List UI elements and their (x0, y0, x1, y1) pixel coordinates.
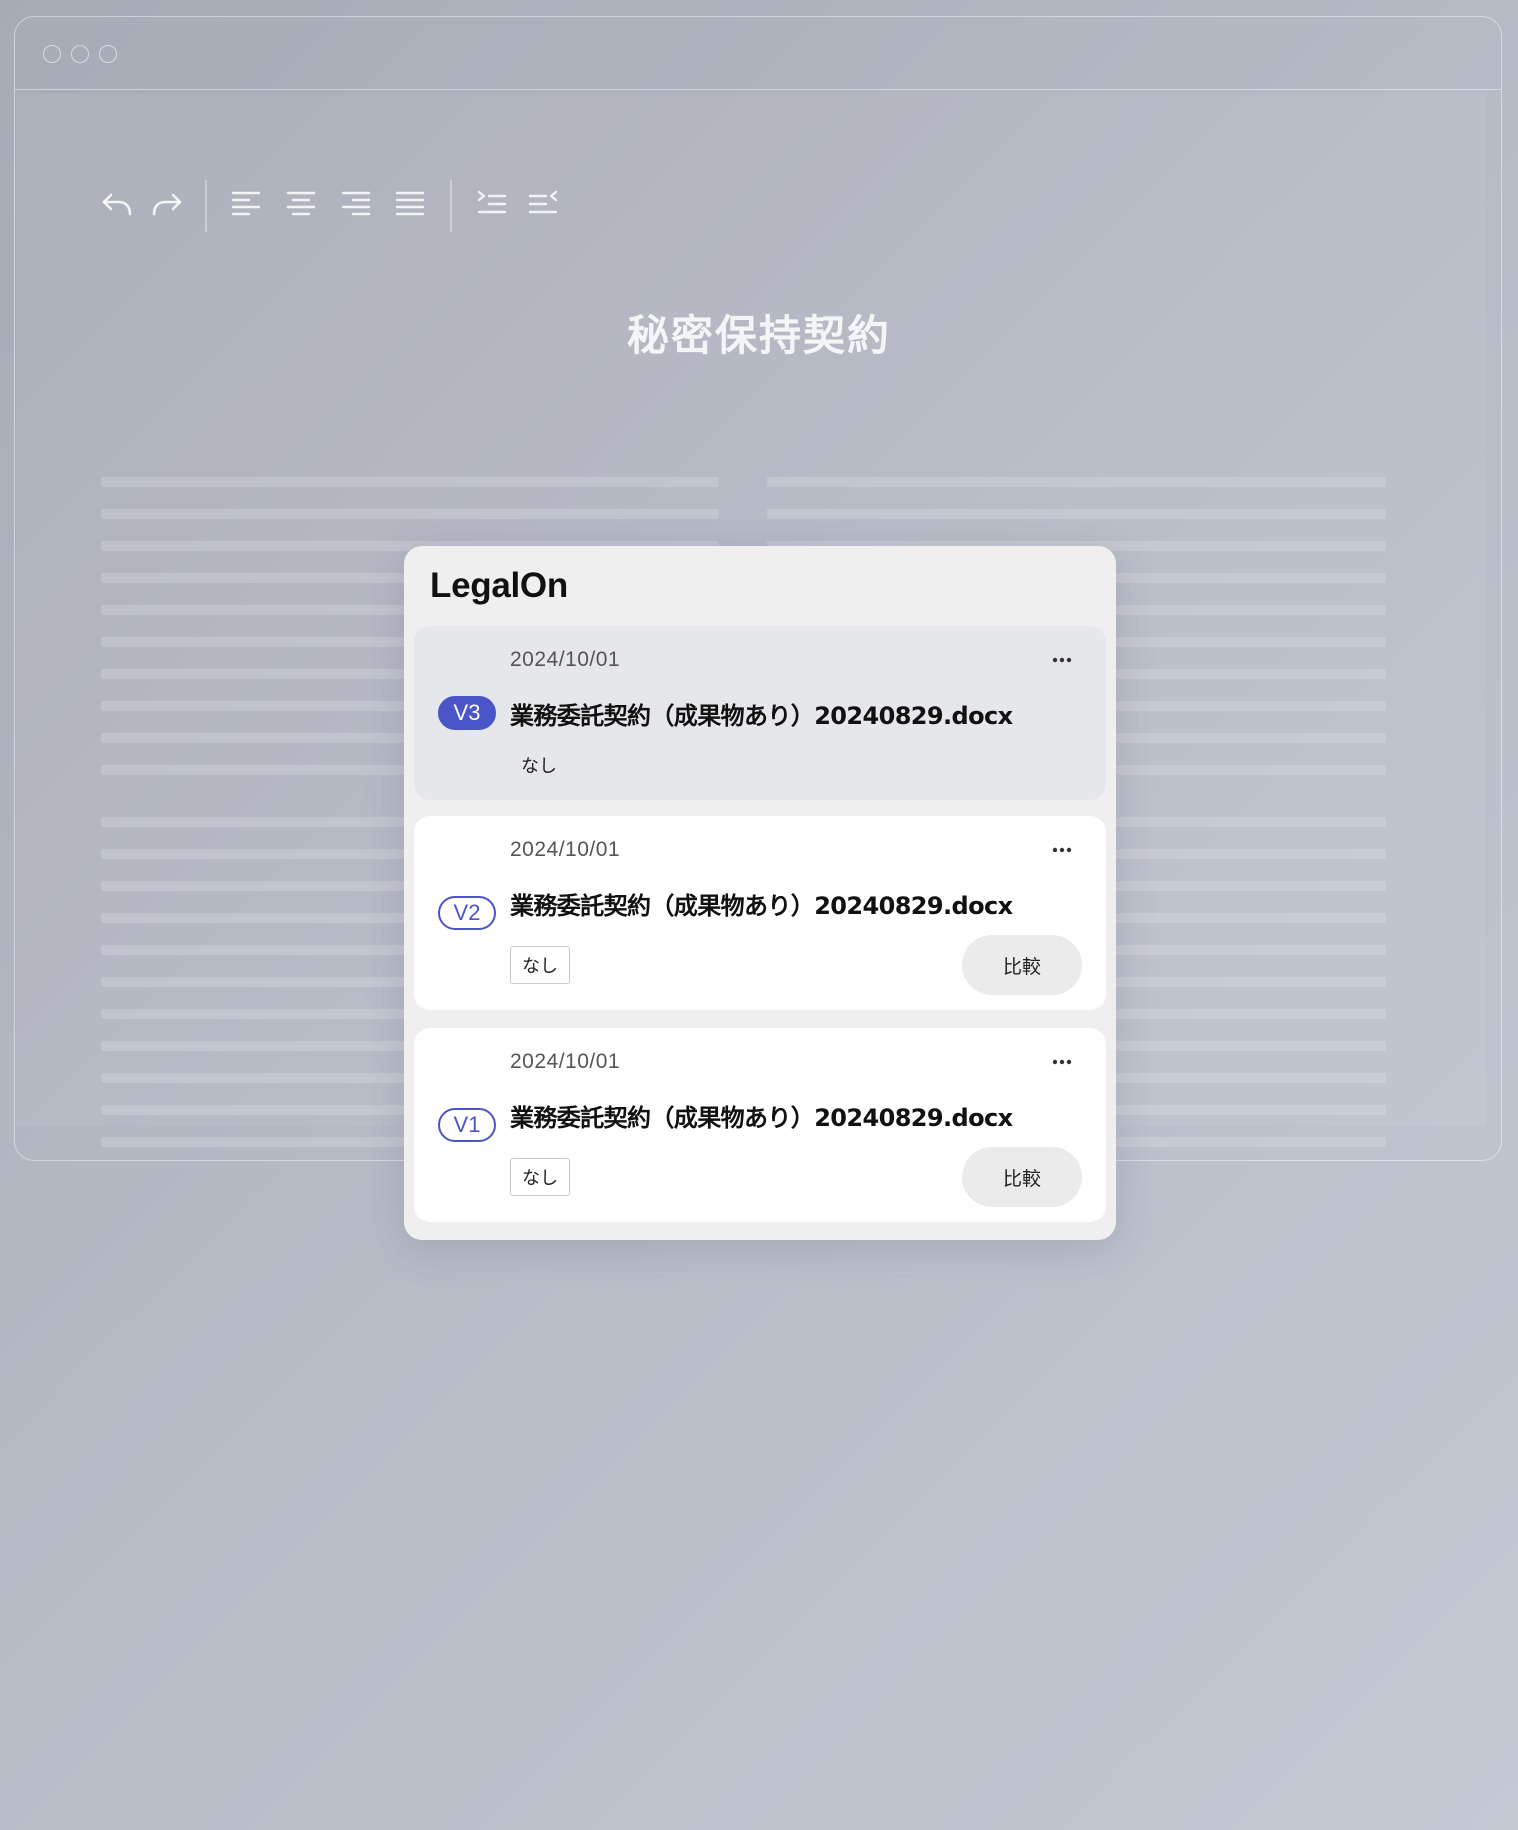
align-justify-icon (395, 191, 425, 216)
version-tag: なし (510, 946, 570, 984)
toolbar-divider (205, 180, 207, 232)
more-options-button[interactable] (1046, 650, 1078, 670)
align-right-button[interactable] (336, 184, 376, 224)
align-right-icon (341, 191, 371, 216)
placeholder-text-line (101, 477, 719, 487)
version-date: 2024/10/01 (510, 838, 621, 861)
version-date: 2024/10/01 (510, 1050, 621, 1073)
more-options-button[interactable] (1046, 1052, 1078, 1072)
version-date: 2024/10/01 (510, 648, 621, 671)
placeholder-text-line (767, 477, 1386, 487)
indent-decrease-button[interactable] (523, 184, 563, 224)
version-filename[interactable]: 業務委託契約（成果物あり）20240829.docx (510, 1098, 1013, 1133)
window-maximize-dot[interactable] (99, 45, 117, 63)
align-left-icon (231, 191, 261, 216)
align-left-button[interactable] (226, 184, 266, 224)
version-filename[interactable]: 業務委託契約（成果物あり）20240829.docx (510, 886, 1013, 921)
indent-increase-button[interactable] (472, 184, 512, 224)
undo-icon (102, 193, 132, 216)
document-title: 秘密保持契約 (626, 311, 891, 360)
more-horizontal-icon (1052, 1059, 1072, 1065)
window-titlebar (15, 17, 1501, 90)
compare-button[interactable]: 比較 (962, 935, 1082, 995)
indent-increase-icon (477, 190, 507, 214)
placeholder-text-line (767, 509, 1386, 519)
version-badge: V2 (438, 896, 496, 930)
placeholder-text-line (101, 509, 719, 519)
version-badge: V1 (438, 1108, 496, 1142)
version-tag: なし (521, 756, 557, 777)
toolbar-divider (450, 180, 452, 232)
undo-button[interactable] (98, 184, 138, 224)
align-center-icon (286, 191, 316, 216)
version-badge: V3 (438, 696, 496, 730)
version-card-v1[interactable]: 2024/10/01 V1 業務委託契約（成果物あり）20240829.docx… (414, 1028, 1106, 1222)
align-justify-button[interactable] (390, 184, 430, 224)
more-horizontal-icon (1052, 657, 1072, 663)
more-options-button[interactable] (1046, 840, 1078, 860)
version-card-v2[interactable]: 2024/10/01 V2 業務委託契約（成果物あり）20240829.docx… (414, 816, 1106, 1010)
redo-icon (152, 193, 182, 216)
window-minimize-dot[interactable] (71, 45, 89, 63)
redo-button[interactable] (146, 184, 186, 224)
version-filename[interactable]: 業務委託契約（成果物あり）20240829.docx (510, 696, 1013, 731)
panel-title: LegalOn (430, 566, 568, 605)
version-tag: なし (510, 1158, 570, 1196)
indent-decrease-icon (528, 190, 558, 214)
window-close-dot[interactable] (43, 45, 61, 63)
compare-button[interactable]: 比較 (962, 1147, 1082, 1207)
version-card-v3[interactable]: 2024/10/01 V3 業務委託契約（成果物あり）20240829.docx… (414, 626, 1106, 800)
align-center-button[interactable] (281, 184, 321, 224)
more-horizontal-icon (1052, 847, 1072, 853)
version-history-panel: LegalOn 2024/10/01 V3 業務委託契約（成果物あり）20240… (404, 546, 1116, 1240)
